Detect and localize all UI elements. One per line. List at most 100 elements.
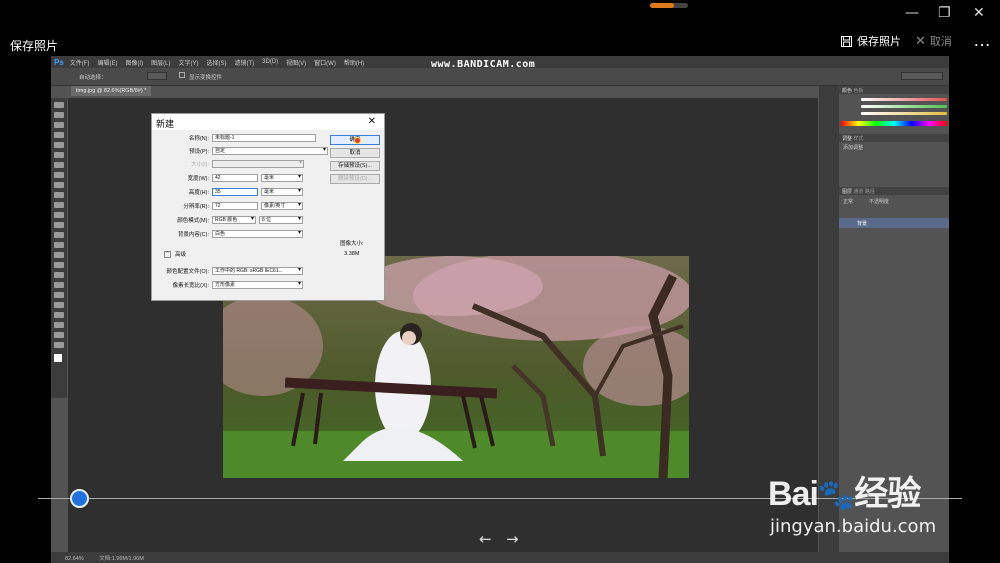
profile-select[interactable]: 工作中的 RGB: sRGB IEC61...: [212, 267, 303, 275]
seek-knob[interactable]: [70, 489, 89, 508]
advanced-label: 高级: [175, 252, 187, 258]
image-size-label: 图像大小:: [340, 241, 364, 247]
colormode-label: 颜色模式(M):: [177, 218, 209, 224]
paw-icon: 🐾: [817, 479, 855, 512]
name-field[interactable]: 未标题-1: [212, 134, 316, 142]
recording-progress: [650, 3, 688, 8]
dialog-title: 新建: [156, 119, 175, 129]
ps-menu-item: 文件(F): [69, 60, 90, 67]
ps-status-bar: 82.64% 文档:1.96M/1.96M: [51, 552, 949, 563]
resolution-field[interactable]: 72: [212, 202, 258, 210]
height-field[interactable]: 35: [212, 188, 258, 196]
viewer-title: 保存照片: [10, 39, 59, 53]
baidu-jingyan-watermark: Bai🐾经验 jingyan.baidu.com: [768, 458, 968, 548]
background-select[interactable]: 白色: [212, 230, 303, 238]
ps-auto-select-label: 自动选择：: [79, 75, 107, 81]
baidu-brand-text: Bai: [768, 475, 819, 513]
layer-blend-mode: 正常: [843, 199, 854, 205]
ps-transform-label: 显示变换控件: [189, 75, 223, 81]
resolution-label: 分辨率(R):: [183, 204, 209, 210]
adjust-panel-tab: 调整: [842, 136, 853, 142]
restore-button[interactable]: ❐: [938, 5, 951, 21]
adjust-icons: [839, 153, 949, 187]
ps-options-bar: 自动选择： 显示变换控件: [51, 68, 949, 86]
window-titlebar: — ❐ ✕: [0, 0, 1000, 28]
dialog-close-button[interactable]: ✕: [368, 116, 376, 127]
adjust-hint: 添加调整: [843, 145, 864, 151]
save-photo-label: 保存照片: [857, 36, 901, 48]
layers-panel-tab: 图层: [842, 189, 853, 195]
color-ramp: [841, 121, 947, 126]
name-label: 名称(N):: [188, 136, 209, 142]
layer-opacity-label: 不透明度: [869, 199, 890, 205]
preset-label: 预设(P):: [189, 149, 209, 155]
recording-progress-fill: [650, 3, 674, 8]
colormode-select[interactable]: RGB 颜色: [212, 216, 256, 224]
height-unit-select[interactable]: 毫米: [261, 188, 303, 196]
close-icon: ✕: [915, 33, 926, 48]
baidu-brand-text2: 经验: [854, 475, 921, 513]
swatch-panel-tab: 色板: [853, 88, 864, 94]
ps-menu-item: 选择(S): [206, 60, 227, 67]
layer-row-background: 背景: [839, 218, 949, 228]
layer-name: 背景: [857, 221, 868, 227]
size-select: [212, 160, 304, 168]
pixel-aspect-select[interactable]: 方形像素: [212, 281, 303, 289]
advanced-toggle[interactable]: ⌃: [164, 250, 171, 258]
ps-logo: Ps: [54, 57, 64, 67]
foreground-color-swatch: [54, 354, 62, 362]
click-indicator: [354, 137, 361, 144]
close-button[interactable]: ✕: [973, 5, 985, 21]
ps-menu-item: 3D(D): [262, 59, 279, 65]
background-label: 背景内容(C):: [177, 232, 209, 238]
status-doc-size: 文档:1.96M/1.96M: [99, 556, 144, 562]
next-arrow-button[interactable]: →: [506, 530, 519, 548]
status-zoom: 82.64%: [65, 556, 84, 562]
ps-menu-item: 帮助(H): [343, 60, 365, 67]
ps-toolbox: [51, 98, 67, 398]
ps-menu-item: 文字(Y): [178, 60, 199, 67]
width-field[interactable]: 42: [212, 174, 258, 182]
width-label: 宽度(W):: [187, 176, 209, 182]
ps-menu-item: 图层(L): [151, 60, 171, 67]
style-panel-tab: 样式: [853, 136, 864, 142]
channels-panel-tab: 通道: [853, 189, 864, 195]
size-label: 大小(I):: [191, 162, 209, 168]
ps-doc-tab: timg.jpg @ 82.6%(RGB/8#) *: [71, 86, 152, 96]
image-size-value: 3.38M: [344, 251, 360, 257]
ps-auto-select-dropdown: [147, 72, 167, 80]
ps-menu-item: 窗口(W): [314, 60, 336, 67]
ok-button[interactable]: 确定: [330, 135, 380, 145]
preset-select[interactable]: 自定: [212, 147, 328, 155]
profile-label: 颜色配置文件(O):: [166, 269, 209, 275]
slider-b: [861, 112, 947, 115]
height-label: 高度(H):: [188, 190, 209, 196]
color-panel-tab: 颜色: [842, 88, 853, 94]
minimize-button[interactable]: —: [905, 5, 919, 21]
ps-menu-item: 编辑(E): [97, 60, 118, 67]
save-icon: [841, 35, 852, 47]
delete-preset-button: 删除预设(D)...: [330, 174, 380, 184]
cancel-button[interactable]: ✕ 取消: [915, 33, 952, 49]
slider-r: [861, 98, 947, 101]
pixel-aspect-label: 像素长宽比(X):: [172, 283, 209, 289]
viewer-header: 保存照片 保存照片 ✕ 取消 …: [0, 28, 1000, 56]
prev-arrow-button[interactable]: ←: [479, 530, 492, 548]
width-unit-select[interactable]: 毫米: [261, 174, 303, 182]
new-document-dialog: 新建 ✕ 名称(N):未标题-1 预设(P):自定 大小(I): 宽度(W):4…: [151, 113, 385, 301]
ps-menu-item: 滤镜(T): [234, 60, 255, 67]
ps-menu-item: 视图(V): [286, 60, 307, 67]
more-options-button[interactable]: …: [973, 30, 992, 51]
cancel-label: 取消: [929, 36, 952, 48]
cancel-dialog-button[interactable]: 取消: [330, 148, 380, 158]
ps-menu-item: 图像(I): [125, 60, 144, 67]
save-photo-button[interactable]: 保存照片: [841, 33, 901, 49]
watermark-url: jingyan.baidu.com: [770, 516, 937, 537]
ps-transform-checkbox: [179, 72, 185, 78]
paths-panel-tab: 路径: [864, 189, 875, 195]
resolution-unit-select[interactable]: 像素/英寸: [261, 202, 303, 210]
slider-g: [861, 105, 947, 108]
save-preset-button[interactable]: 存储预设(S)...: [330, 161, 380, 171]
ps-workspace-dropdown: [901, 72, 943, 80]
bitdepth-select[interactable]: 8 位: [259, 216, 303, 224]
